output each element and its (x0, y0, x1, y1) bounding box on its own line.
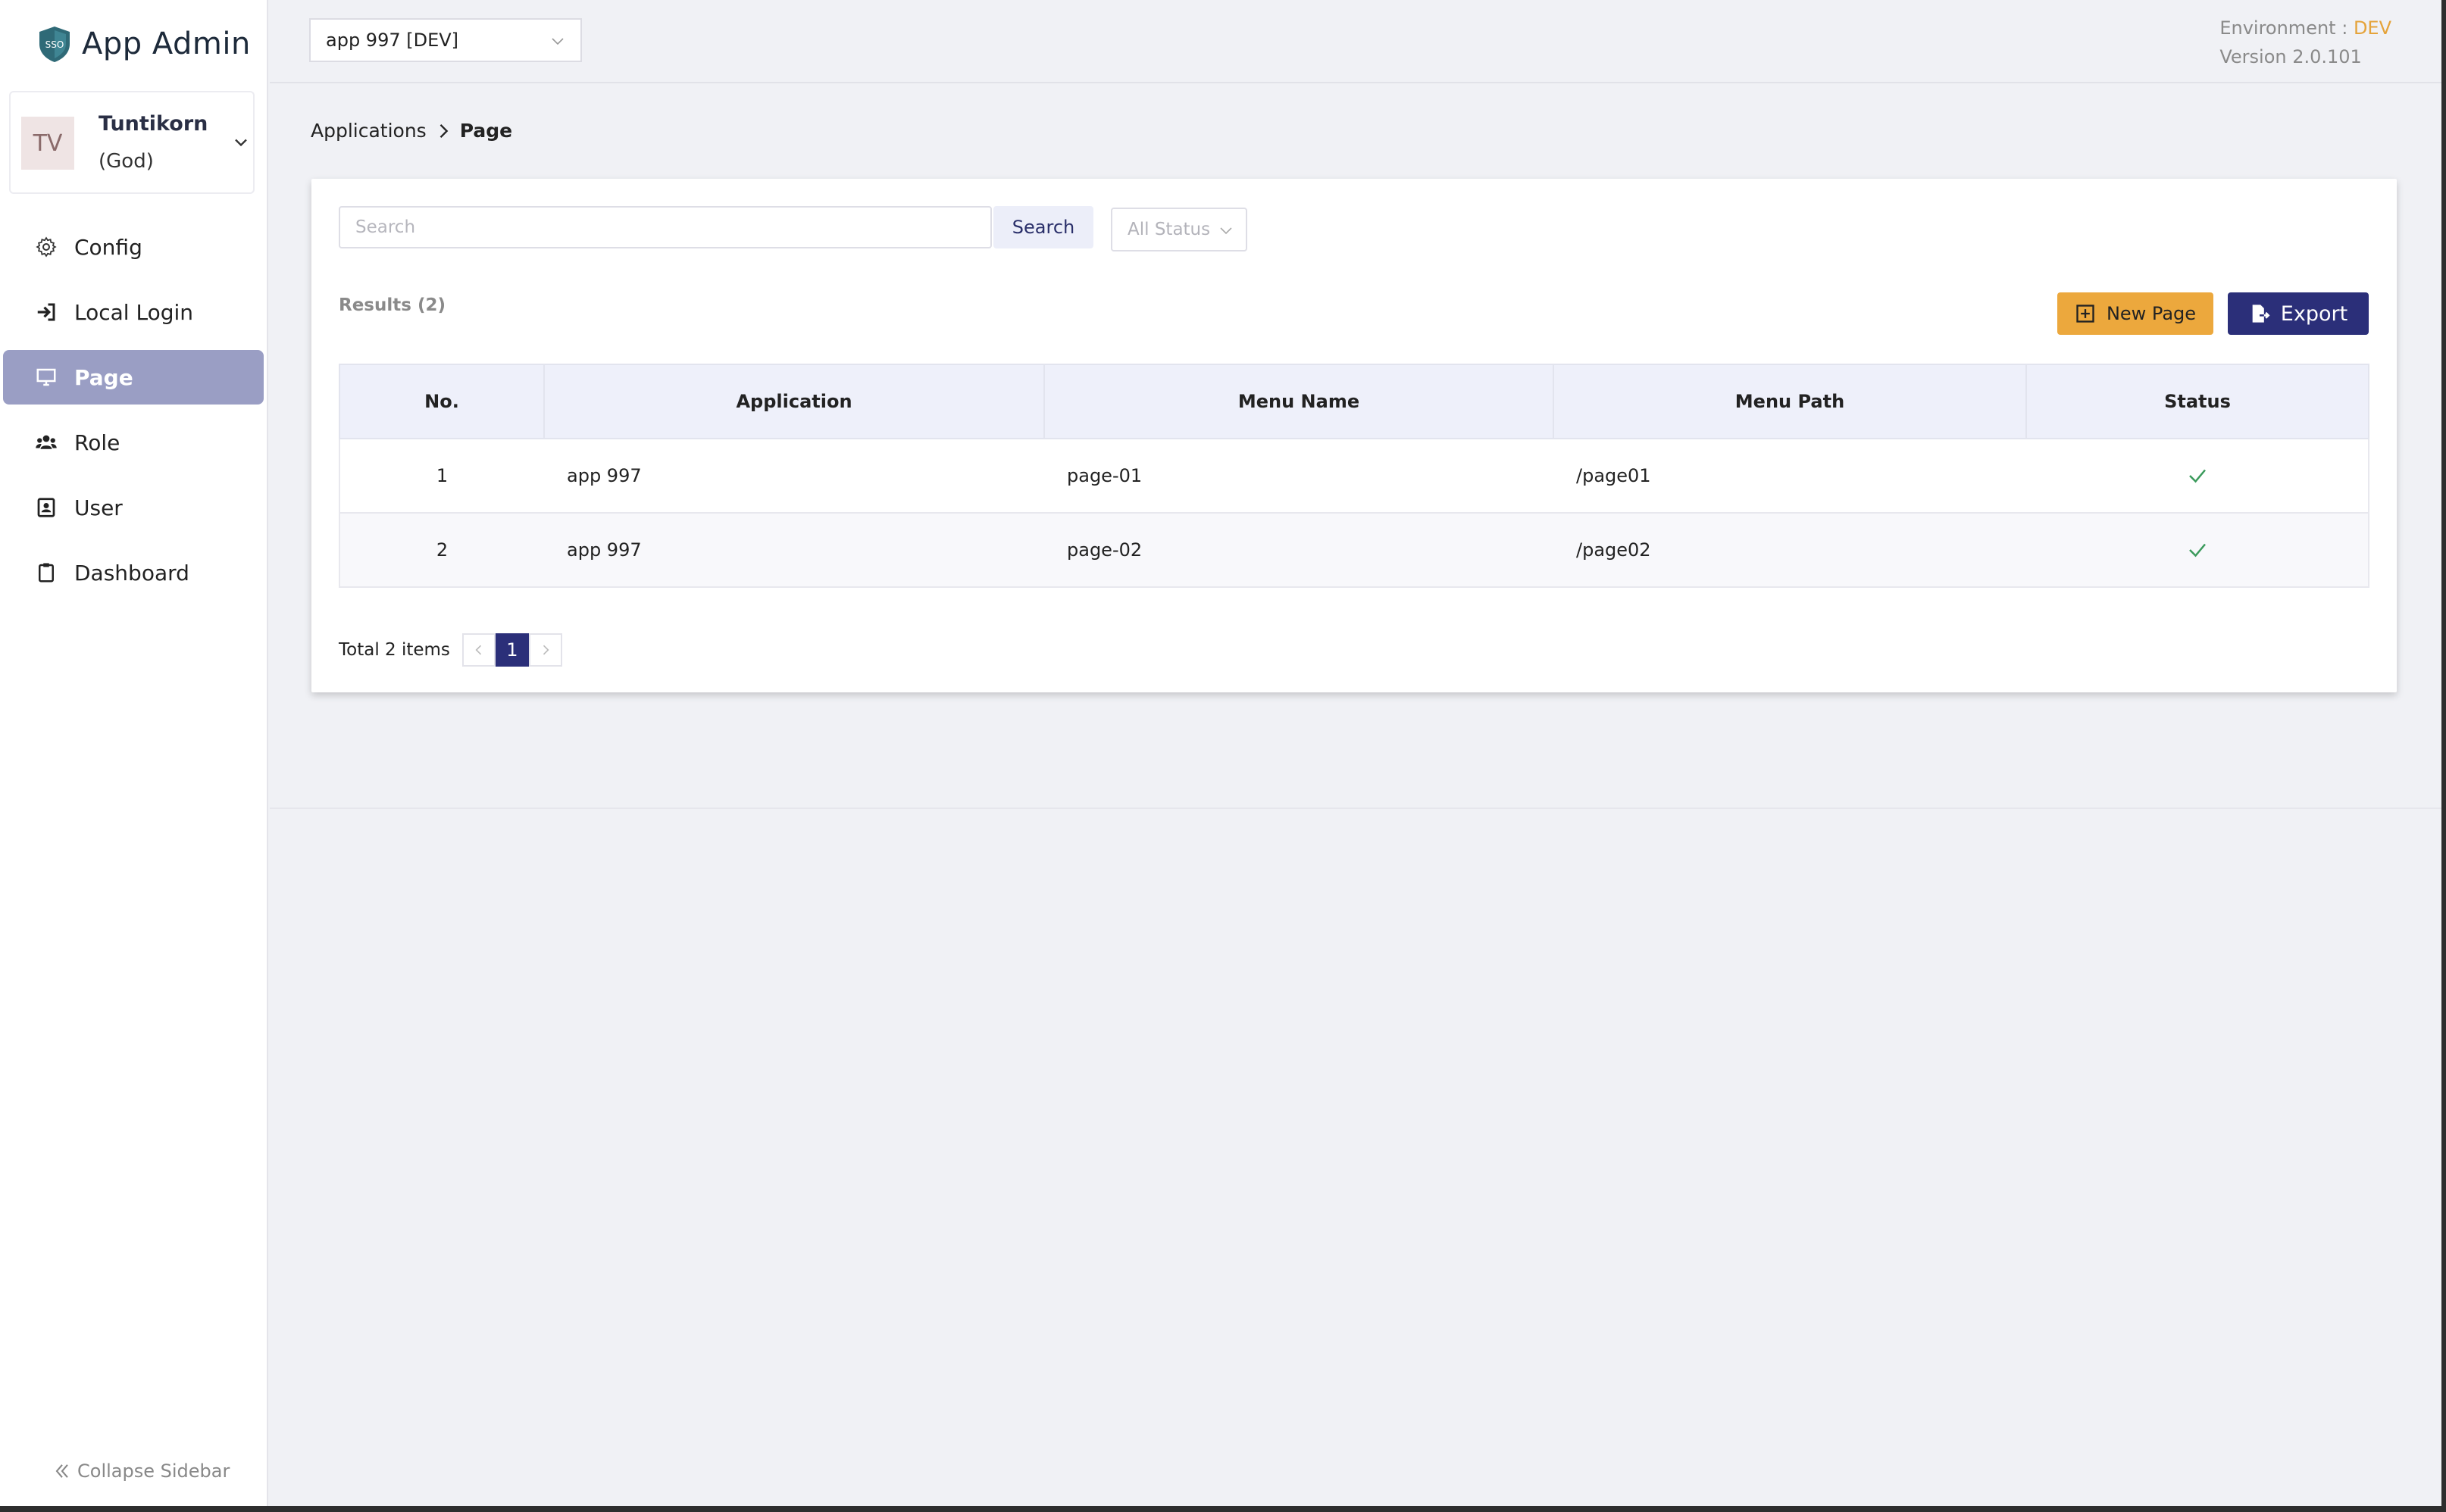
table-row[interactable]: 1 app 997 page-01 /page01 (339, 439, 2369, 514)
table-header-row: No. Application Menu Name Menu Path Stat… (339, 364, 2369, 439)
chevron-right-icon (543, 645, 549, 655)
cell-status (2026, 513, 2369, 588)
gear-icon (36, 236, 57, 258)
contact-card-icon (37, 498, 55, 517)
page-number-button[interactable]: 1 (495, 633, 529, 667)
chevron-down-icon[interactable] (230, 132, 252, 153)
content-background (270, 808, 2441, 1506)
sidebar-item-page[interactable]: Page (3, 350, 264, 405)
status-filter-value: All Status (1128, 220, 1211, 239)
chevron-right-icon (439, 123, 449, 138)
sidebar: SSO App Admin TV Tuntikorn (God) Config (0, 0, 268, 1506)
environment-label: Environment : (2219, 17, 2348, 39)
environment-value: DEV (2353, 17, 2391, 39)
double-chevron-left-icon (55, 1464, 68, 1478)
application-select-value: app 997 [DEV] (326, 30, 459, 51)
monitor-icon (36, 368, 56, 386)
table-row[interactable]: 2 app 997 page-02 /page02 (339, 513, 2369, 588)
shield-logo-icon: SSO (39, 27, 70, 62)
column-header-no[interactable]: No. (339, 364, 545, 439)
status-filter-select[interactable]: All Status (1111, 208, 1247, 251)
cell-menu-path: /page01 (1553, 439, 2026, 514)
sidebar-item-dashboard[interactable]: Dashboard (3, 545, 264, 600)
column-header-menu-path[interactable]: Menu Path (1553, 364, 2027, 439)
cell-application: app 997 (544, 513, 1044, 588)
sidebar-item-label: Role (74, 430, 120, 455)
collapse-label: Collapse Sidebar (77, 1460, 230, 1482)
cell-menu-name: page-01 (1044, 439, 1553, 514)
sidebar-item-label: Local Login (74, 299, 194, 325)
sidebar-item-label: Page (74, 364, 133, 390)
chevron-down-icon (552, 38, 564, 45)
sidebar-item-user[interactable]: User (3, 480, 264, 535)
export-button[interactable]: Export (2228, 292, 2369, 335)
cell-no: 1 (339, 439, 544, 514)
plus-square-icon (2076, 305, 2094, 323)
next-page-button[interactable] (528, 633, 562, 667)
sidebar-item-label: Config (74, 234, 142, 260)
collapse-sidebar-button[interactable]: Collapse Sidebar (52, 1460, 230, 1482)
application-select[interactable]: app 997 [DEV] (309, 18, 582, 62)
top-header: app 997 [DEV] Environment : DEV Version … (270, 0, 2441, 83)
new-page-label: New Page (2106, 303, 2197, 324)
sidebar-item-label: Dashboard (74, 560, 189, 586)
search-button[interactable]: Search (993, 206, 1093, 248)
sign-in-icon (37, 303, 55, 321)
breadcrumb: Applications Page (311, 120, 512, 142)
logo-text: SSO (45, 39, 64, 50)
total-items-label: Total 2 items (339, 640, 450, 660)
file-export-icon (2252, 305, 2270, 323)
cell-no: 2 (339, 513, 544, 588)
chevron-left-icon (475, 645, 482, 655)
cell-status (2026, 439, 2369, 514)
prev-page-button[interactable] (461, 633, 496, 667)
app-name: App Admin (82, 27, 251, 61)
sidebar-item-role[interactable]: Role (3, 415, 264, 470)
pagination: Total 2 items 1 (339, 633, 562, 667)
user-role: (God) (99, 150, 154, 173)
version-label: Version 2.0.101 (2219, 46, 2362, 67)
new-page-button[interactable]: New Page (2057, 292, 2213, 335)
check-icon (2188, 469, 2206, 483)
cell-menu-name: page-02 (1044, 513, 1553, 588)
sidebar-item-config[interactable]: Config (3, 220, 264, 274)
sidebar-item-label: User (74, 495, 123, 520)
column-header-application[interactable]: Application (543, 364, 1045, 439)
chevron-down-icon (1220, 227, 1232, 235)
avatar: TV (21, 117, 74, 170)
user-name: Tuntikorn (99, 112, 208, 136)
check-icon (2188, 543, 2206, 558)
sidebar-item-local-login[interactable]: Local Login (3, 285, 264, 339)
search-input[interactable] (339, 206, 992, 248)
users-icon (36, 435, 57, 449)
column-header-menu-name[interactable]: Menu Name (1043, 364, 1554, 439)
column-header-status[interactable]: Status (2025, 364, 2369, 439)
environment-info: Environment : DEV Version 2.0.101 (2219, 14, 2391, 71)
export-label: Export (2280, 301, 2348, 326)
results-count: Results (2) (339, 295, 446, 315)
breadcrumb-current: Page (459, 120, 513, 142)
cell-menu-path: /page02 (1553, 513, 2026, 588)
pages-table: No. Application Menu Name Menu Path Stat… (339, 364, 2369, 588)
cell-application: app 997 (544, 439, 1044, 514)
brand[interactable]: SSO App Admin (35, 23, 251, 65)
breadcrumb-applications[interactable]: Applications (311, 120, 427, 142)
clipboard-icon (39, 563, 54, 583)
user-menu[interactable]: TV Tuntikorn (God) (9, 91, 255, 194)
page-list-card: Search All Status Results (2) New Page E… (311, 179, 2397, 692)
sidebar-nav: Config Local Login Page Role User Dashbo… (0, 220, 268, 611)
app-window: SSO App Admin TV Tuntikorn (God) Config (0, 0, 2441, 1506)
